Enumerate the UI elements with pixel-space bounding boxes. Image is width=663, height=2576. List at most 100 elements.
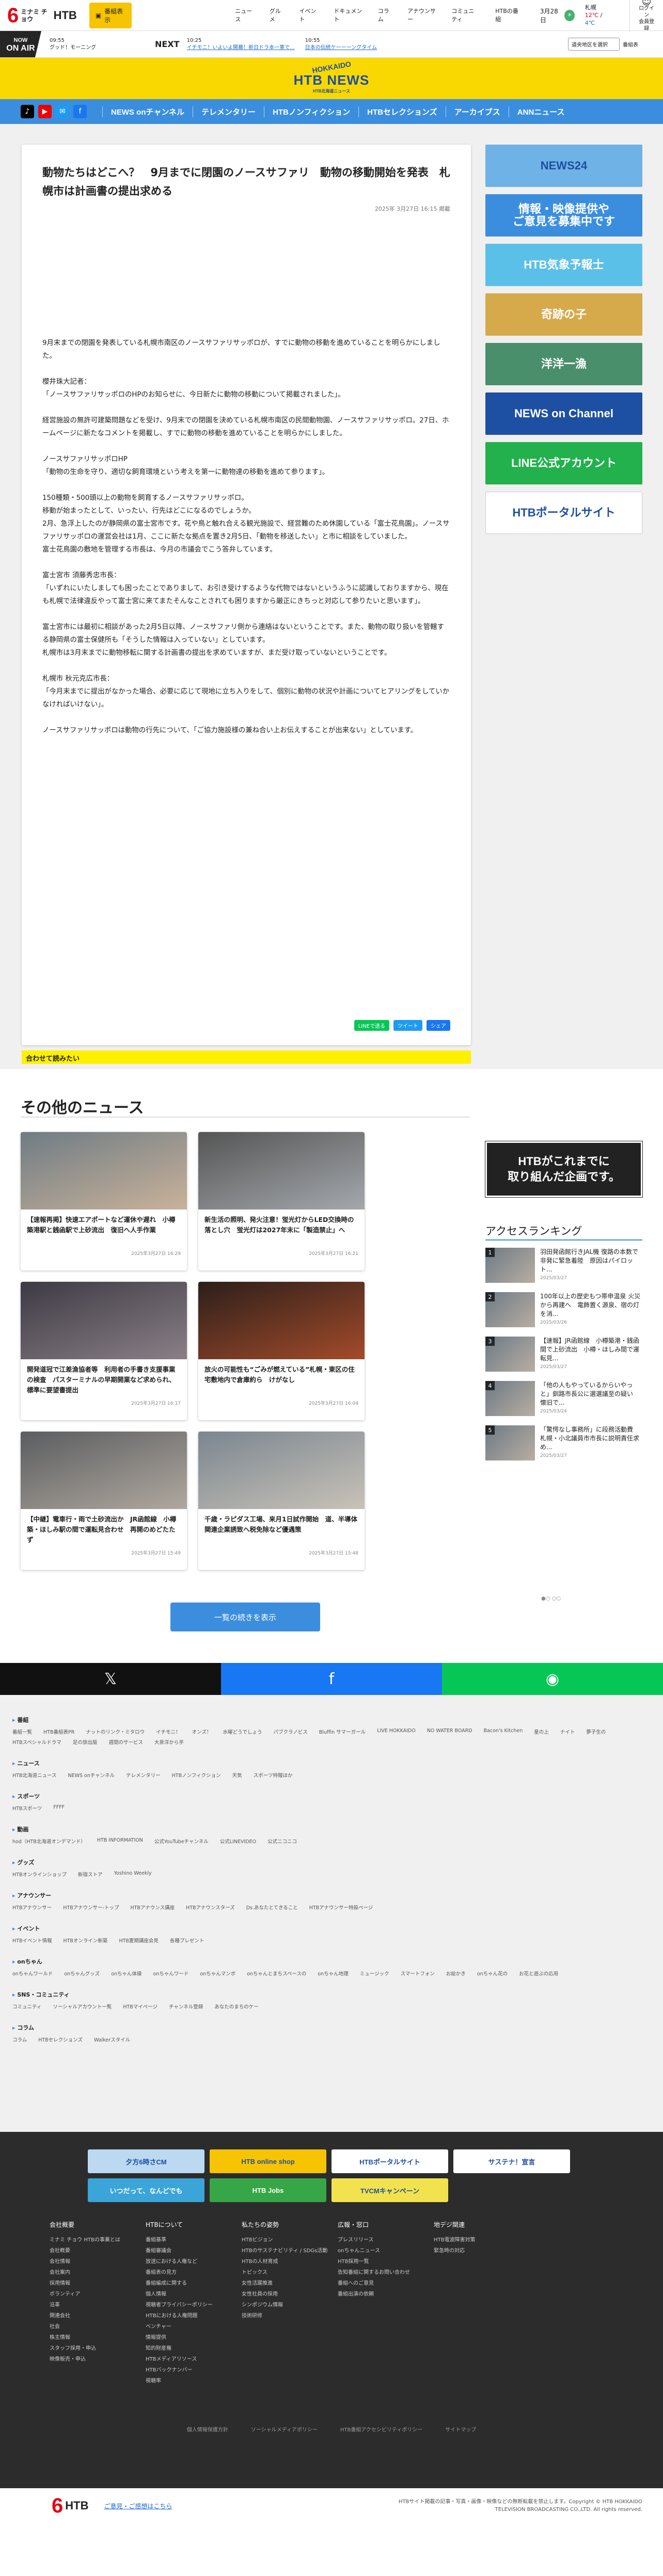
header-nav-item[interactable]: ニュース — [235, 7, 254, 24]
header-nav-item[interactable]: アナウンサー — [407, 7, 436, 24]
footer-column-link[interactable]: 情報提供 — [146, 2332, 242, 2343]
footer-link[interactable]: LIVE HOKKAIDO — [377, 1728, 416, 1735]
footer-link[interactable]: HTB INFORMATION — [97, 1837, 143, 1845]
footer-link[interactable]: HTB夏期講座会見 — [119, 1937, 158, 1944]
sidebar-banner[interactable]: 情報・映像提供や ご意見を募集中です — [485, 194, 642, 237]
footer-column-link[interactable]: 技術研修 — [242, 2311, 338, 2321]
footer-column-link[interactable]: 知的財産権 — [146, 2343, 242, 2354]
footer-link[interactable]: オンズ！ — [192, 1728, 212, 1735]
footer-column-link[interactable]: HTBにおける人権問題 — [146, 2311, 242, 2321]
footer-banner[interactable]: いつだって、なんどでも — [88, 2178, 204, 2202]
footer-column-link[interactable]: 番組基準 — [146, 2235, 242, 2245]
onair-next-item[interactable]: 10:55 日本の伝統ケ一ーーングタイム — [305, 37, 377, 52]
news-nav-link[interactable]: HTBセレクションズ — [358, 106, 446, 117]
footer-banner[interactable]: HTB Jobs — [210, 2178, 326, 2202]
footer-link[interactable]: onちゃん地理 — [318, 1970, 348, 1977]
footer-column-link[interactable]: 放送における人権など — [146, 2256, 242, 2267]
footer-column-link[interactable]: プレスリリース — [338, 2235, 434, 2245]
footer-column-link[interactable]: 沿革 — [50, 2300, 146, 2311]
footer-column-link[interactable]: ボランティア — [50, 2289, 146, 2300]
footer-link[interactable]: HTBアナウンスターズ — [186, 1904, 235, 1911]
footer-column-link[interactable]: ミナミ チョウ HTBの事業とは — [50, 2235, 146, 2245]
program-display-button[interactable]: ▣ 番組表示 — [89, 2, 132, 28]
news-card[interactable]: 放火の可能性も“ごみが燃えている”札幌・東区の住宅敷地内で倉庫約ら けがなし 20… — [198, 1282, 365, 1420]
news-nav-link[interactable]: テレメンタリー — [193, 106, 264, 117]
footer-link[interactable]: HTBスポーツ — [12, 1804, 42, 1812]
footer-column-link[interactable]: HTBのサステナビリティ / SDGs活動 — [242, 2245, 338, 2256]
footer-link[interactable]: パブクラノビス — [273, 1728, 307, 1735]
footer-column-link[interactable]: 番組出演の依頼 — [338, 2289, 434, 2300]
login-button[interactable]: ☺ ログイン 会員登録 — [629, 0, 656, 32]
show-more-button[interactable]: 一覧の続きを表示 — [170, 1603, 320, 1631]
footer-link[interactable]: 新宿ストア — [78, 1871, 103, 1878]
footer-column-link[interactable]: 番組へのご意見 — [338, 2278, 434, 2289]
mail-icon[interactable]: ✉ — [56, 105, 69, 118]
footer-link[interactable]: ミュージック — [360, 1970, 389, 1977]
ranking-item[interactable]: 4 「他の人もやっているからいやっと」釧路市長公に選選議至の疑い 懐旧で... 20… — [485, 1381, 642, 1419]
footer-link[interactable]: HTBオンラインショップ — [12, 1871, 67, 1878]
footer-column-link[interactable]: 女性活躍推進 — [242, 2278, 338, 2289]
footer-column-link[interactable]: シンポジウム情報 — [242, 2300, 338, 2311]
footer-link[interactable]: HTBノンフィクション — [172, 1771, 221, 1779]
header-nav-item[interactable]: HTBの番組 — [495, 7, 519, 24]
footer-link[interactable]: HTB番組表PR — [43, 1728, 74, 1735]
htb-news-logo[interactable]: HOKKAIDO HTB NEWS HTB北海道ニュース — [294, 60, 370, 94]
sidebar-banner[interactable]: HTBポータルサイト — [485, 492, 642, 534]
footer-column-link[interactable]: トピックス — [242, 2267, 338, 2278]
footer-bottom-link[interactable]: HTB番組アクセシビリティポリシー — [340, 2427, 422, 2433]
footer-column-link[interactable]: HTBの人材育成 — [242, 2256, 338, 2267]
footer-column-link[interactable]: 社会 — [50, 2321, 146, 2332]
footer-link[interactable]: ソーシャルアカウント一覧 — [53, 2003, 112, 2010]
footer-banner[interactable]: HTB online shop — [210, 2149, 326, 2173]
footer-link[interactable]: テレメンタリー — [126, 1771, 161, 1779]
footer-link[interactable]: Yoshino Weekly — [114, 1871, 151, 1878]
footer-link[interactable]: Walkerスタイル — [94, 2036, 130, 2043]
news-nav-link[interactable]: ANNニュース — [508, 106, 573, 117]
footer-link[interactable]: Ds.あなたとてきること — [246, 1904, 298, 1911]
region-select[interactable]: 道央地区を選択 — [568, 38, 620, 51]
footer-link[interactable]: HTBアナウンサー特設ページ — [309, 1904, 373, 1911]
footer-link[interactable]: onちゃんマンボ — [200, 1970, 235, 1977]
footer-column-link[interactable]: HTBバックナンバー — [146, 2365, 242, 2376]
ranking-item[interactable]: 5 「驚愕なし事務所」に段務活動費 札幌・小北議員市市長に説明責任求め... 202… — [485, 1425, 642, 1464]
footer-link[interactable]: HTBセレクションズ — [38, 2036, 83, 2043]
footer-link[interactable]: ナットのリンク・ミタロウ — [86, 1728, 145, 1735]
footer-column-link[interactable]: 番組表の見方 — [146, 2267, 242, 2278]
ranking-item[interactable]: 2 100年以上の歴史もつ帯申温泉 火災から再建へ 電飾置く源泉、宿の灯を消...… — [485, 1292, 642, 1330]
x-share-icon[interactable]: 𝕏 — [0, 1663, 221, 1695]
footer-link[interactable]: あなたのまちのケー — [214, 2003, 259, 2010]
news-nav-link[interactable]: HTBノンフィクション — [264, 106, 358, 117]
footer-column-link[interactable]: 個人情報 — [146, 2289, 242, 2300]
ranking-item[interactable]: 3 【速報】JR函館線 小樽築港・銭函間で上砂流出 小樽・ほしみ間で運転見... 2… — [485, 1337, 642, 1375]
footer-column-link[interactable]: 視聴率 — [146, 2376, 242, 2386]
footer-link[interactable]: NEWS onチャンネル — [68, 1771, 115, 1779]
header-nav-item[interactable]: グルメ — [270, 7, 284, 24]
footer-bottom-link[interactable]: サイトマップ — [445, 2427, 476, 2433]
footer-link[interactable]: onちゃん体操 — [111, 1970, 141, 1977]
footer-logo[interactable]: 6 HTB — [52, 2495, 88, 2516]
footer-link[interactable]: 水曜どうでしょう — [223, 1728, 262, 1735]
sidebar-banner[interactable]: NEWS on Channel — [485, 392, 642, 435]
footer-link[interactable]: Bacon's Kitchen — [484, 1728, 523, 1735]
sidebar-banner[interactable]: 洋洋一漁 — [485, 343, 642, 385]
footer-link[interactable]: hod（HTB北海道オンデマンド） — [12, 1837, 86, 1845]
footer-column-link[interactable]: 関連会社 — [50, 2311, 146, 2321]
news-nav-link[interactable]: アーカイブス — [445, 106, 509, 117]
footer-link[interactable]: 天気 — [232, 1771, 242, 1779]
carousel-dots[interactable]: ●○ ○○ — [541, 1596, 561, 1601]
footer-bottom-link[interactable]: ソーシャルメディアポリシー — [251, 2427, 318, 2433]
header-nav-item[interactable]: コミュニティ — [451, 7, 480, 24]
sidebar-banner[interactable]: NEWS24 — [485, 145, 642, 187]
onair-current[interactable]: 09:55 グッド！モーニング — [41, 31, 145, 57]
footer-link[interactable]: 公式LINEVIDEO — [220, 1837, 256, 1845]
footer-link[interactable]: 大泉洋から芋 — [154, 1738, 184, 1746]
footer-column-link[interactable]: スタッフ採用・申込 — [50, 2343, 146, 2354]
news-nav-link[interactable]: NEWS onチャンネル — [102, 106, 193, 117]
footer-link[interactable]: HTBアナウンサー — [12, 1904, 52, 1911]
news-card[interactable]: 【速報再掲】快速エアポートなど運休や遅れ 小樽築港駅と銭函駅で上砂流出 復旧へ人… — [21, 1132, 187, 1270]
news-card[interactable]: 【中継】電車行・雨で土砂流出か JR函館線 小樽築・ほしみ駅の間で運転見合わせ … — [21, 1432, 187, 1570]
tweet-button[interactable]: ツイート — [393, 1020, 422, 1031]
footer-link[interactable]: スポーツ特報ほか — [254, 1771, 293, 1779]
footer-column-link[interactable]: 番組編成に関する — [146, 2278, 242, 2289]
footer-banner[interactable]: TVCMキャンペーン — [332, 2178, 448, 2202]
